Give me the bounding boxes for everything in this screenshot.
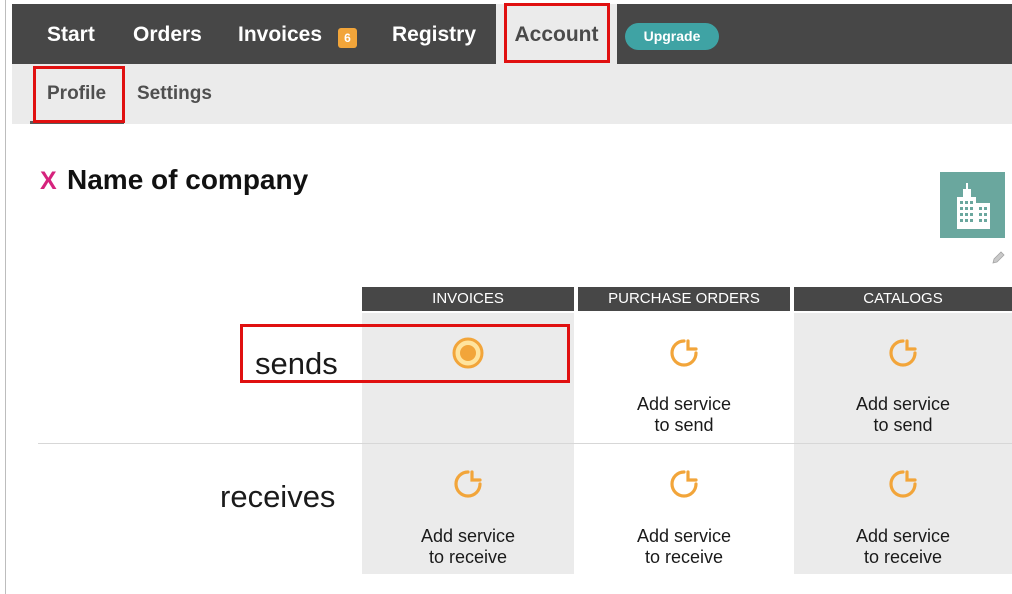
add-service-icon[interactable]	[887, 337, 919, 369]
add-service-sublabel: to receive	[428, 547, 508, 567]
cell-receives-purchase-orders: Add service to receive	[578, 444, 790, 574]
highlight-account-tab	[504, 3, 610, 63]
add-service-label: Add service	[636, 394, 732, 414]
building-icon	[940, 172, 1005, 238]
add-service-icon[interactable]	[452, 468, 484, 500]
cell-receives-invoices: Add service to receive	[362, 444, 574, 574]
row-label-receives: receives	[220, 479, 336, 514]
company-name: Name of company	[67, 164, 309, 195]
add-service-icon[interactable]	[887, 468, 919, 500]
highlight-profile-tab	[33, 66, 125, 123]
add-service-sublabel: to send	[873, 415, 933, 435]
add-service-label: Add service	[420, 526, 516, 546]
close-icon[interactable]: X	[40, 167, 57, 196]
add-service-label: Add service	[636, 526, 732, 546]
add-service-label: Add service	[855, 394, 951, 414]
pencil-icon[interactable]	[990, 250, 1006, 271]
cell-sends-purchase-orders: Add service to send	[578, 313, 790, 443]
sub-nav: Profile Settings	[12, 64, 1012, 124]
nav-start[interactable]: Start	[47, 4, 95, 64]
cell-receives-catalogs: Add service to receive	[794, 444, 1012, 574]
column-header-catalogs: CATALOGS	[794, 287, 1012, 311]
column-header-invoices: INVOICES	[362, 287, 574, 311]
add-service-icon[interactable]	[668, 337, 700, 369]
invoices-count-badge: 6	[338, 28, 357, 48]
add-service-icon[interactable]	[668, 468, 700, 500]
upgrade-button[interactable]: Upgrade	[625, 23, 719, 50]
cell-sends-catalogs: Add service to send	[794, 313, 1012, 443]
add-service-sublabel: to receive	[644, 547, 724, 567]
add-service-label: Add service	[855, 526, 951, 546]
nav-invoices[interactable]: Invoices 6	[238, 4, 364, 64]
highlight-sends-invoices	[240, 324, 570, 383]
nav-orders[interactable]: Orders	[133, 4, 202, 64]
add-service-sublabel: to send	[654, 415, 714, 435]
column-header-purchase-orders: PURCHASE ORDERS	[578, 287, 790, 311]
left-border	[5, 0, 6, 594]
nav-registry[interactable]: Registry	[392, 4, 476, 64]
add-service-sublabel: to receive	[863, 547, 943, 567]
tab-settings[interactable]: Settings	[137, 64, 212, 124]
